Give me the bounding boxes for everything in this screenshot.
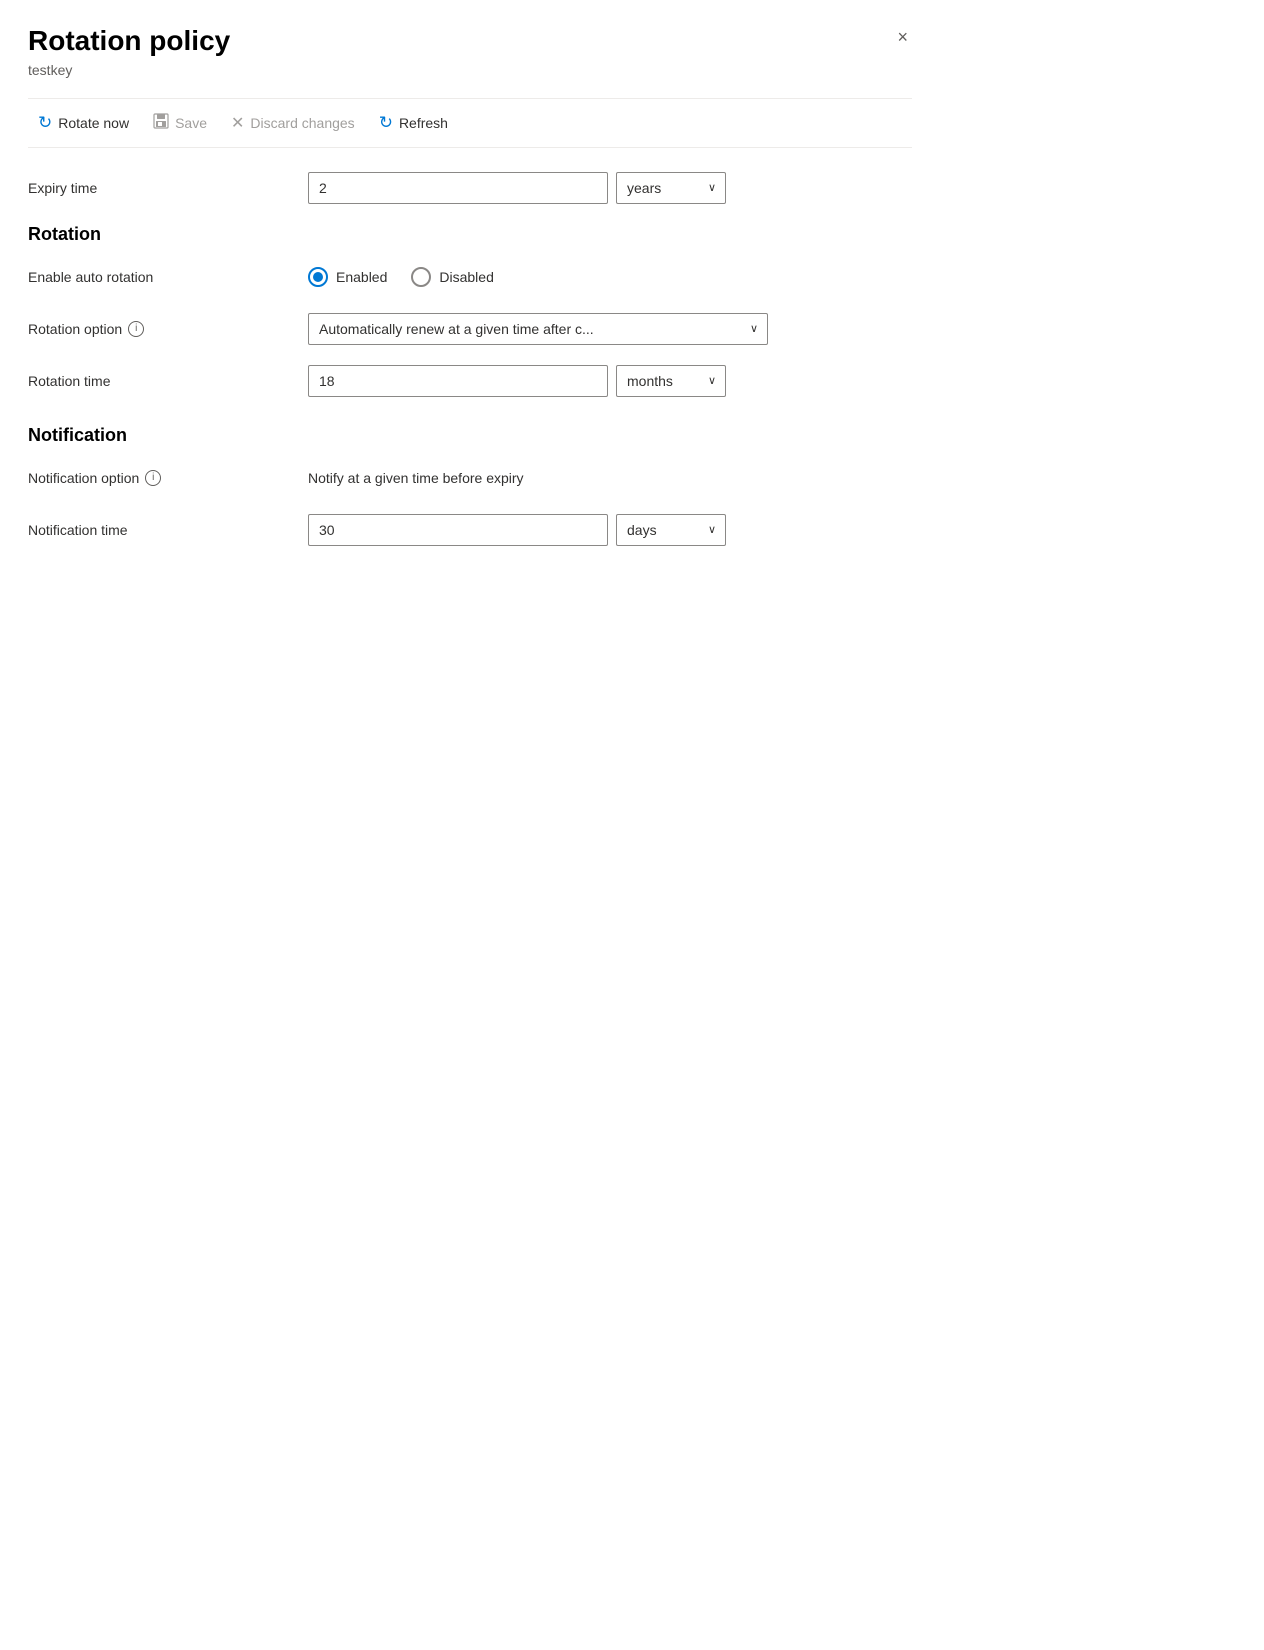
- auto-rotation-enabled-label: Enabled: [336, 269, 387, 285]
- auto-rotation-enabled-option[interactable]: Enabled: [308, 267, 387, 287]
- rotation-option-controls: Automatically renew at a given time afte…: [308, 313, 912, 345]
- rotation-time-label: Rotation time: [28, 373, 308, 389]
- rotation-time-unit-select[interactable]: months days years: [616, 365, 726, 397]
- rotation-time-row: Rotation time months days years ∨: [28, 365, 912, 397]
- auto-rotation-enabled-radio[interactable]: [308, 267, 328, 287]
- notification-option-info-icon[interactable]: i: [145, 470, 161, 486]
- notification-time-unit-wrapper: days months years ∨: [616, 514, 726, 546]
- notification-time-controls: days months years ∨: [308, 514, 912, 546]
- auto-rotation-radio-group: Enabled Disabled: [308, 267, 494, 287]
- notification-section: Notification Notification option i Notif…: [28, 425, 912, 546]
- expiry-time-row: Expiry time years months days ∨: [28, 172, 912, 204]
- expiry-time-controls: years months days ∨: [308, 172, 912, 204]
- rotation-time-unit-wrapper: months days years ∨: [616, 365, 726, 397]
- notification-option-label: Notification option i: [28, 470, 308, 486]
- notification-time-row: Notification time days months years ∨: [28, 514, 912, 546]
- rotation-policy-panel: Rotation policy testkey × ↻ Rotate now S…: [0, 0, 940, 602]
- panel-subtitle: testkey: [28, 62, 230, 78]
- rotation-time-input[interactable]: [308, 365, 608, 397]
- discard-icon: ✕: [231, 113, 244, 133]
- rotation-section-title: Rotation: [28, 224, 912, 245]
- save-label: Save: [175, 115, 207, 131]
- notification-time-input[interactable]: [308, 514, 608, 546]
- rotation-option-info-icon[interactable]: i: [128, 321, 144, 337]
- notification-time-unit-select[interactable]: days months years: [616, 514, 726, 546]
- rotation-option-wrapper: Automatically renew at a given time afte…: [308, 313, 768, 345]
- rotation-section: Rotation Enable auto rotation Enabled Di…: [28, 224, 912, 397]
- toolbar: ↻ Rotate now Save ✕ Discard changes ↻ Re…: [28, 98, 912, 148]
- save-button[interactable]: Save: [143, 107, 217, 139]
- auto-rotation-disabled-label: Disabled: [439, 269, 493, 285]
- expiry-time-input[interactable]: [308, 172, 608, 204]
- rotate-now-button[interactable]: ↻ Rotate now: [28, 107, 139, 139]
- close-button[interactable]: ×: [893, 24, 912, 50]
- notification-time-label: Notification time: [28, 522, 308, 538]
- rotation-option-label: Rotation option i: [28, 321, 308, 337]
- rotate-now-label: Rotate now: [58, 115, 129, 131]
- expiry-time-unit-wrapper: years months days ∨: [616, 172, 726, 204]
- auto-rotation-label: Enable auto rotation: [28, 269, 308, 285]
- rotate-now-icon: ↻: [38, 113, 52, 133]
- expiry-time-unit-select[interactable]: years months days: [616, 172, 726, 204]
- rotation-option-select[interactable]: Automatically renew at a given time afte…: [308, 313, 768, 345]
- discard-changes-button[interactable]: ✕ Discard changes: [221, 107, 365, 139]
- expiry-time-label: Expiry time: [28, 180, 308, 196]
- refresh-button[interactable]: ↻ Refresh: [369, 107, 458, 139]
- auto-rotation-controls: Enabled Disabled: [308, 267, 912, 287]
- header-text-group: Rotation policy testkey: [28, 24, 230, 94]
- refresh-icon: ↻: [379, 113, 393, 133]
- refresh-label: Refresh: [399, 115, 448, 131]
- notification-option-row: Notification option i Notify at a given …: [28, 462, 912, 494]
- rotation-time-controls: months days years ∨: [308, 365, 912, 397]
- auto-rotation-disabled-option[interactable]: Disabled: [411, 267, 493, 287]
- panel-header: Rotation policy testkey ×: [28, 24, 912, 94]
- discard-label: Discard changes: [250, 115, 354, 131]
- panel-title: Rotation policy: [28, 24, 230, 58]
- auto-rotation-disabled-radio[interactable]: [411, 267, 431, 287]
- save-icon: [153, 113, 169, 133]
- notification-section-title: Notification: [28, 425, 912, 446]
- rotation-option-row: Rotation option i Automatically renew at…: [28, 313, 912, 345]
- notification-option-controls: Notify at a given time before expiry: [308, 470, 912, 486]
- auto-rotation-row: Enable auto rotation Enabled Disabled: [28, 261, 912, 293]
- notification-option-value: Notify at a given time before expiry: [308, 470, 524, 486]
